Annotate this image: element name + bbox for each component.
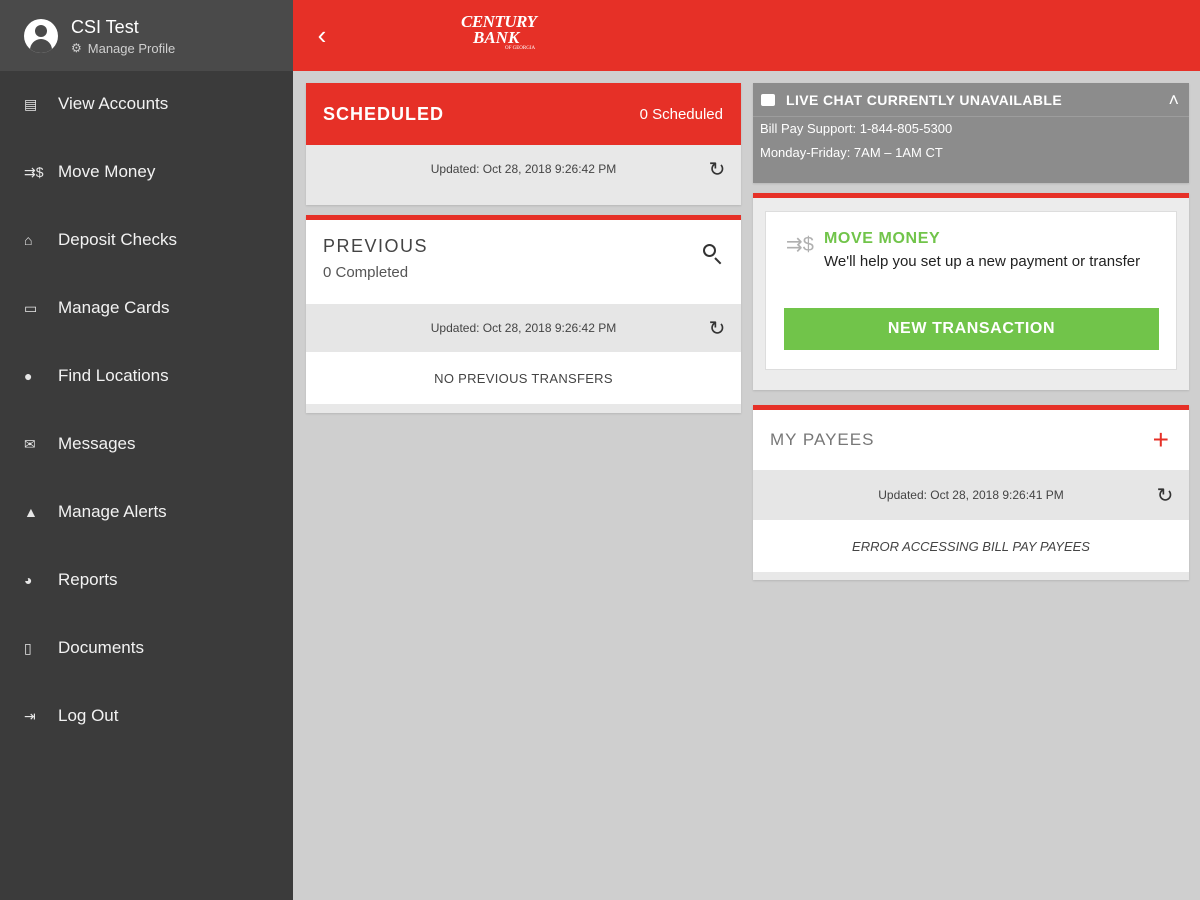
sidebar-item-documents[interactable]: ▯ Documents [0, 628, 293, 668]
sidebar-item-move-money[interactable]: ⇉$ Move Money [0, 152, 293, 192]
live-chat-header[interactable]: LIVE CHAT CURRENTLY UNAVAILABLE [753, 83, 1189, 117]
sidebar-item-label: Move Money [58, 162, 156, 181]
empty-state-message: NO PREVIOUS TRANSFERS [306, 352, 741, 404]
previous-count: 0 Completed [323, 264, 409, 281]
support-hours: Monday-Friday: 7AM – 1AM CT [760, 145, 943, 160]
document-icon: ▯ [24, 639, 32, 656]
sidebar-item-log-out[interactable]: ⇥ Log Out [0, 696, 293, 736]
refresh-icon[interactable]: ↻ [1153, 483, 1177, 507]
refresh-icon[interactable]: ↻ [705, 157, 729, 181]
money-transfer-icon: ⇉$ [786, 234, 814, 256]
scheduled-count: 0 Scheduled [639, 105, 723, 123]
bill-pay-support-phone: Bill Pay Support: 1-844-805-5300 [760, 121, 953, 136]
previous-header: PREVIOUS 0 Completed [306, 220, 741, 304]
payees-updated-row: Updated: Oct 28, 2018 9:26:41 PM ↻ [753, 470, 1189, 520]
back-button[interactable]: ‹ [307, 18, 337, 52]
gear-icon: ⚙ [71, 41, 82, 55]
avatar [24, 18, 58, 53]
chevron-left-icon: ‹ [317, 19, 327, 50]
profile-name: CSI Test [71, 16, 139, 37]
sidebar: CSI Test ⚙ Manage Profile ▤ View Account… [0, 0, 293, 900]
refresh-icon[interactable]: ↻ [705, 316, 729, 340]
payees-header: MY PAYEES + [753, 410, 1189, 470]
sidebar-item-label: Documents [58, 638, 144, 657]
scheduled-updated-row: Updated: Oct 28, 2018 9:26:42 PM ↻ [306, 145, 741, 193]
sidebar-item-label: Manage Alerts [58, 502, 167, 521]
sidebar-item-label: View Accounts [58, 94, 169, 113]
move-money-title: MOVE MONEY [824, 230, 941, 247]
bell-icon: ▲ [24, 504, 38, 520]
sidebar-item-label: Deposit Checks [58, 230, 178, 249]
bank-logo: CENTURY BANK OF GEORGIA [461, 13, 537, 58]
sidebar-item-manage-alerts[interactable]: ▲ Manage Alerts [0, 492, 293, 532]
profile-header[interactable]: CSI Test ⚙ Manage Profile [0, 0, 293, 71]
sidebar-item-label: Messages [58, 434, 136, 453]
sidebar-item-manage-cards[interactable]: ▭ Manage Cards [0, 288, 293, 328]
pie-chart-icon: ◕ [24, 572, 33, 588]
sidebar-item-label: Find Locations [58, 366, 169, 385]
app-header: ‹ CENTURY BANK OF GEORGIA [293, 0, 1200, 71]
bank-icon: ⌂ [24, 232, 33, 248]
scheduled-title: SCHEDULED [323, 103, 445, 124]
logo-line-3: OF GEORGIA [505, 46, 536, 51]
manage-profile-link[interactable]: ⚙ Manage Profile [71, 41, 175, 56]
accounts-icon: ▤ [24, 95, 38, 112]
sidebar-item-find-locations[interactable]: ● Find Locations [0, 356, 293, 396]
search-icon[interactable] [701, 242, 725, 266]
card-accent-bar [753, 193, 1189, 198]
sidebar-item-label: Reports [58, 570, 118, 589]
logout-icon: ⇥ [24, 707, 36, 724]
previous-card: PREVIOUS 0 Completed Updated: Oct 28, 20… [306, 215, 741, 413]
move-money-card: ⇉$ MOVE MONEY We'll help you set up a ne… [753, 193, 1189, 390]
chat-icon [761, 93, 775, 106]
scheduled-header[interactable]: SCHEDULED 0 Scheduled [306, 83, 741, 145]
updated-timestamp: Updated: Oct 28, 2018 9:26:42 PM [430, 162, 617, 176]
location-pin-icon: ● [24, 368, 33, 384]
updated-timestamp: Updated: Oct 28, 2018 9:26:41 PM [878, 488, 1064, 502]
mail-icon: ✉ [24, 435, 36, 452]
money-transfer-icon: ⇉$ [24, 163, 44, 180]
updated-timestamp: Updated: Oct 28, 2018 9:26:42 PM [430, 321, 617, 335]
move-money-description: We'll help you set up a new payment or t… [824, 253, 1141, 270]
previous-updated-row: Updated: Oct 28, 2018 9:26:42 PM ↻ [306, 304, 741, 352]
manage-profile-label: Manage Profile [87, 40, 176, 56]
my-payees-card: MY PAYEES + Updated: Oct 28, 2018 9:26:4… [753, 405, 1189, 580]
sidebar-item-reports[interactable]: ◕ Reports [0, 560, 293, 600]
payees-error-message: ERROR ACCESSING BILL PAY PAYEES [753, 520, 1189, 572]
logo-line-2: BANK [473, 28, 520, 47]
sidebar-item-deposit-checks[interactable]: ⌂ Deposit Checks [0, 220, 293, 260]
scheduled-card: SCHEDULED 0 Scheduled Updated: Oct 28, 2… [306, 83, 741, 205]
add-payee-button[interactable]: + [1153, 426, 1169, 454]
live-chat-card: LIVE CHAT CURRENTLY UNAVAILABLE ˄ Bill P… [753, 83, 1189, 183]
sidebar-item-view-accounts[interactable]: ▤ View Accounts [0, 84, 293, 124]
payees-title: MY PAYEES [770, 430, 875, 449]
new-transaction-button[interactable]: NEW TRANSACTION [784, 308, 1159, 350]
move-money-panel: ⇉$ MOVE MONEY We'll help you set up a ne… [765, 211, 1177, 370]
previous-title: PREVIOUS [323, 236, 429, 256]
sidebar-item-label: Manage Cards [58, 298, 170, 317]
sidebar-item-messages[interactable]: ✉ Messages [0, 424, 293, 464]
live-chat-title: LIVE CHAT CURRENTLY UNAVAILABLE [786, 91, 1063, 108]
sidebar-item-label: Log Out [58, 706, 119, 725]
cards-icon: ▭ [24, 299, 38, 316]
chevron-up-icon[interactable]: ˄ [1168, 90, 1179, 111]
